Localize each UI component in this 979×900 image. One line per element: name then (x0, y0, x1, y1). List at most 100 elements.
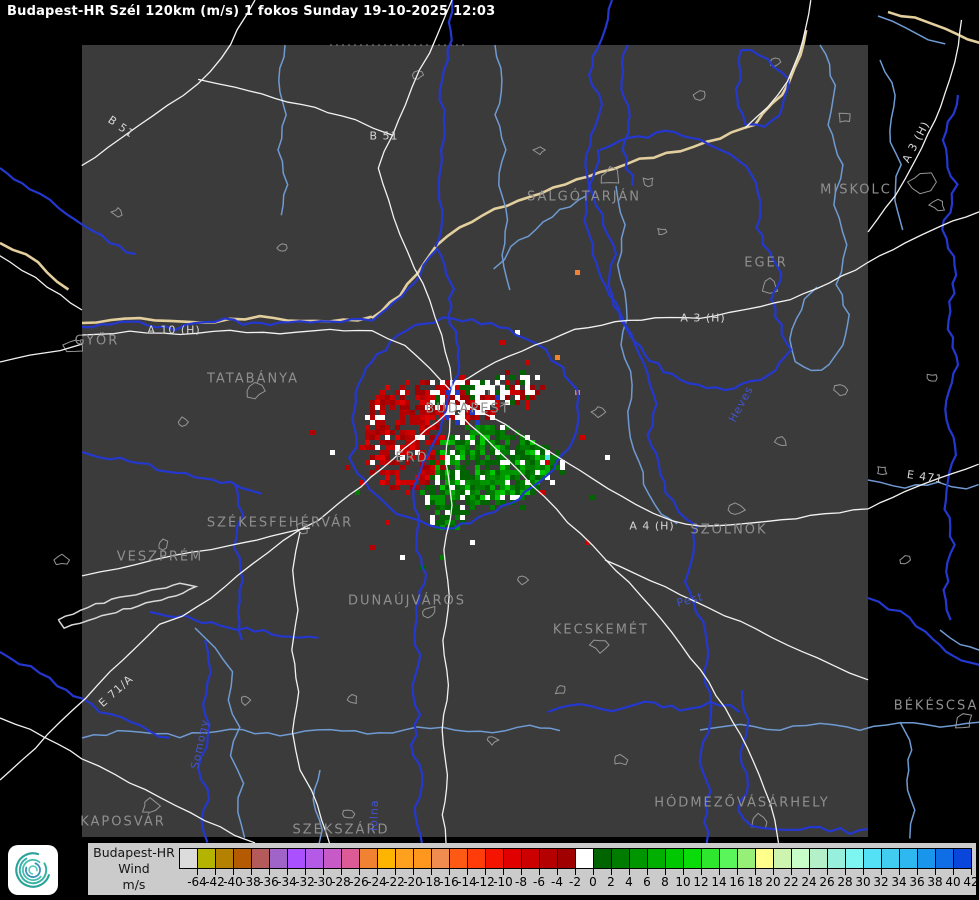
wind-pixel (365, 460, 370, 465)
wind-pixel (400, 420, 405, 425)
wind-pixel (490, 425, 495, 430)
wind-pixel (445, 390, 450, 395)
wind-pixel (430, 490, 435, 495)
wind-pixel (380, 395, 385, 400)
wind-pixel (495, 490, 500, 495)
wind-pixel (400, 450, 405, 455)
wind-pixel (480, 400, 485, 405)
wind-pixel (455, 480, 460, 485)
wind-pixel (550, 480, 555, 485)
wind-pixel (460, 440, 465, 445)
wind-pixel (460, 450, 465, 455)
wind-pixel (520, 470, 525, 475)
wind-pixel (530, 470, 535, 475)
wind-pixel (470, 495, 475, 500)
wind-pixel (525, 475, 530, 480)
wind-pixel (365, 425, 370, 430)
wind-pixel (475, 400, 480, 405)
wind-pixel (475, 425, 480, 430)
wind-pixel (390, 460, 395, 465)
wind-pixel (450, 380, 455, 385)
wind-pixel (460, 485, 465, 490)
wind-pixel (490, 485, 495, 490)
scale-color-box (593, 848, 612, 869)
wind-pixel (405, 440, 410, 445)
wind-pixel (515, 330, 520, 335)
wind-pixel (395, 400, 400, 405)
wind-pixel (435, 495, 440, 500)
wind-pixel (425, 425, 430, 430)
wind-pixel (400, 435, 405, 440)
scale-tick-label: 12 (693, 875, 709, 889)
scale-color-box (683, 848, 702, 869)
wind-pixel (440, 555, 445, 560)
wind-pixel (520, 435, 525, 440)
brand-logo[interactable] (8, 845, 58, 895)
wind-pixel (470, 475, 475, 480)
wind-pixel (525, 470, 530, 475)
wind-pixel (465, 445, 470, 450)
wind-pixel (605, 455, 610, 460)
wind-pixel (465, 405, 470, 410)
wind-pixel (460, 475, 465, 480)
scale-color-box (935, 848, 954, 869)
scale-tick-label: -10 (493, 875, 513, 889)
wind-pixel (515, 380, 520, 385)
wind-pixel (445, 440, 450, 445)
wind-pixel (480, 395, 485, 400)
wind-pixel (410, 445, 415, 450)
wind-pixel (380, 400, 385, 405)
scale-tick-label: 16 (729, 875, 745, 889)
scale-color-box (179, 848, 198, 869)
wind-pixel (575, 270, 580, 275)
wind-pixel (535, 480, 540, 485)
wind-pixel (475, 395, 480, 400)
wind-pixel (460, 415, 465, 420)
wind-pixel (515, 390, 520, 395)
wind-pixel (470, 390, 475, 395)
wind-pixel (450, 400, 455, 405)
wind-pixel (455, 510, 460, 515)
city-label: VESZPRÉM (116, 549, 204, 565)
wind-pixel (455, 515, 460, 520)
wind-pixel (515, 495, 520, 500)
wind-pixel (475, 430, 480, 435)
wind-pixel (510, 385, 515, 390)
wind-pixel (560, 465, 565, 470)
wind-pixel (460, 395, 465, 400)
wind-pixel (490, 470, 495, 475)
wind-pixel (445, 485, 450, 490)
wind-pixel (460, 480, 465, 485)
wind-pixel (435, 470, 440, 475)
wind-pixel (495, 470, 500, 475)
wind-pixel (515, 475, 520, 480)
wind-pixel (460, 495, 465, 500)
wind-pixel (485, 425, 490, 430)
wind-pixel (530, 395, 535, 400)
wind-pixel (475, 390, 480, 395)
wind-pixel (540, 385, 545, 390)
scale-color-box (233, 848, 252, 869)
wind-pixel (430, 455, 435, 460)
wind-pixel (465, 450, 470, 455)
wind-pixel (425, 470, 430, 475)
wind-pixel (385, 450, 390, 455)
wind-pixel (520, 460, 525, 465)
wind-pixel (450, 455, 455, 460)
wind-pixel (430, 450, 435, 455)
wind-pixel (530, 450, 535, 455)
wind-pixel (540, 460, 545, 465)
wind-pixel (440, 390, 445, 395)
wind-pixel (580, 435, 585, 440)
wind-pixel (470, 505, 475, 510)
scale-tick-label: 6 (643, 875, 651, 889)
wind-pixel (545, 455, 550, 460)
scale-color-box (539, 848, 558, 869)
wind-pixel (445, 505, 450, 510)
wind-pixel (430, 425, 435, 430)
wind-pixel (470, 395, 475, 400)
wind-pixel (445, 515, 450, 520)
scale-color-box (323, 848, 342, 869)
wind-pixel (510, 390, 515, 395)
wind-pixel (435, 520, 440, 525)
